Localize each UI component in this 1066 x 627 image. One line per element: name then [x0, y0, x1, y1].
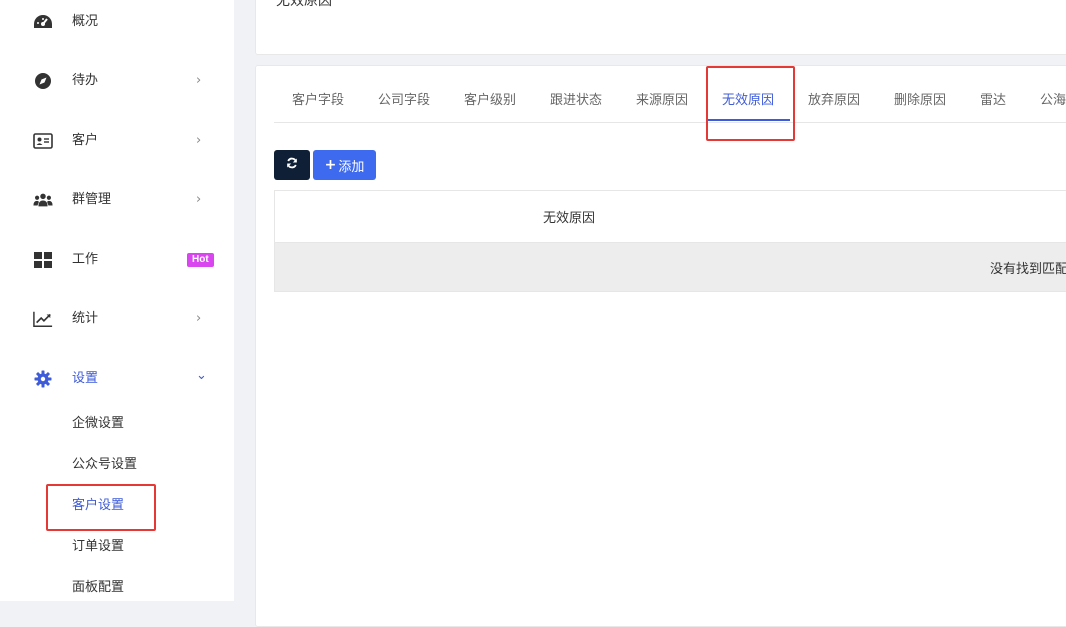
sidebar-item-work[interactable]: 工作 Hot	[0, 240, 234, 280]
tab-public-pool[interactable]: 公海	[1040, 92, 1066, 110]
tab-delete-reason[interactable]: 删除原因	[894, 92, 946, 110]
users-icon	[33, 190, 53, 210]
table-header: 无效原因	[275, 191, 1066, 243]
line-chart-icon	[33, 309, 53, 329]
tab-radar[interactable]: 雷达	[980, 92, 1006, 110]
add-button-label: 添加	[338, 159, 365, 175]
highlight-box	[46, 484, 156, 531]
sidebar-subitem-panel-config[interactable]: 面板配置	[72, 579, 124, 597]
sidebar-item-settings[interactable]: 设置 ⌄	[0, 359, 234, 399]
tab-customer-level[interactable]: 客户级别	[464, 92, 516, 110]
tab-company-fields[interactable]: 公司字段	[378, 92, 430, 110]
sidebar-item-label: 群管理	[72, 192, 112, 207]
tab-bar: 客户字段 公司字段 客户级别 跟进状态 来源原因 无效原因 放弃原因 删除原因 …	[274, 86, 1066, 123]
tab-follow-status[interactable]: 跟进状态	[550, 92, 602, 110]
tab-source-reason[interactable]: 来源原因	[636, 92, 688, 110]
page-title: 无效原因	[276, 0, 332, 9]
sidebar-item-label: 待办	[72, 73, 99, 88]
id-card-icon	[33, 131, 53, 151]
sidebar-item-statistics[interactable]: 统计 ›	[0, 299, 234, 339]
refresh-icon	[286, 157, 298, 173]
hot-badge: Hot	[187, 253, 214, 267]
dashboard-icon	[33, 12, 53, 32]
sidebar-item-overview[interactable]: 概况	[0, 2, 234, 42]
empty-message: 没有找到匹配	[990, 262, 1066, 277]
sidebar-item-label: 统计	[72, 311, 99, 326]
sidebar-item-label: 工作	[72, 252, 99, 267]
sidebar-item-customer[interactable]: 客户 ›	[0, 121, 234, 161]
chevron-down-icon: ⌄	[196, 368, 207, 383]
sidebar-item-label: 客户	[72, 133, 99, 148]
chevron-right-icon: ›	[196, 311, 202, 326]
refresh-button[interactable]	[274, 150, 310, 180]
add-button[interactable]: + 添加	[313, 150, 376, 180]
sidebar-subitem-wecom-settings[interactable]: 企微设置	[72, 415, 124, 433]
sidebar-item-group-management[interactable]: 群管理 ›	[0, 180, 234, 220]
top-card: 无效原因	[255, 0, 1066, 55]
tab-abandon-reason[interactable]: 放弃原因	[808, 92, 860, 110]
table-empty-row: 没有找到匹配	[275, 243, 1066, 291]
column-header-invalid-reason: 无效原因	[543, 211, 596, 226]
gear-icon	[33, 369, 53, 389]
chevron-right-icon: ›	[196, 73, 202, 88]
main-card: 客户字段 公司字段 客户级别 跟进状态 来源原因 无效原因 放弃原因 删除原因 …	[255, 65, 1066, 627]
compass-icon	[33, 71, 53, 91]
plus-icon: +	[324, 157, 337, 173]
chevron-right-icon: ›	[196, 192, 202, 207]
sidebar-item-label: 设置	[72, 371, 99, 386]
sidebar-subitem-order-settings[interactable]: 订单设置	[72, 538, 124, 556]
sidebar-item-label: 概况	[72, 14, 99, 29]
grid-icon	[33, 250, 53, 270]
sidebar: 概况 待办 › 客户 › 群管理 › 工作 Hot 统计 › 设置 ⌄ 企微设置…	[0, 0, 234, 601]
chevron-right-icon: ›	[196, 133, 202, 148]
sidebar-subitem-official-account-settings[interactable]: 公众号设置	[72, 456, 137, 474]
sidebar-item-todo[interactable]: 待办 ›	[0, 61, 234, 101]
reasons-table: 无效原因 没有找到匹配	[274, 190, 1066, 292]
highlight-box	[706, 66, 795, 141]
tab-customer-fields[interactable]: 客户字段	[292, 92, 344, 110]
